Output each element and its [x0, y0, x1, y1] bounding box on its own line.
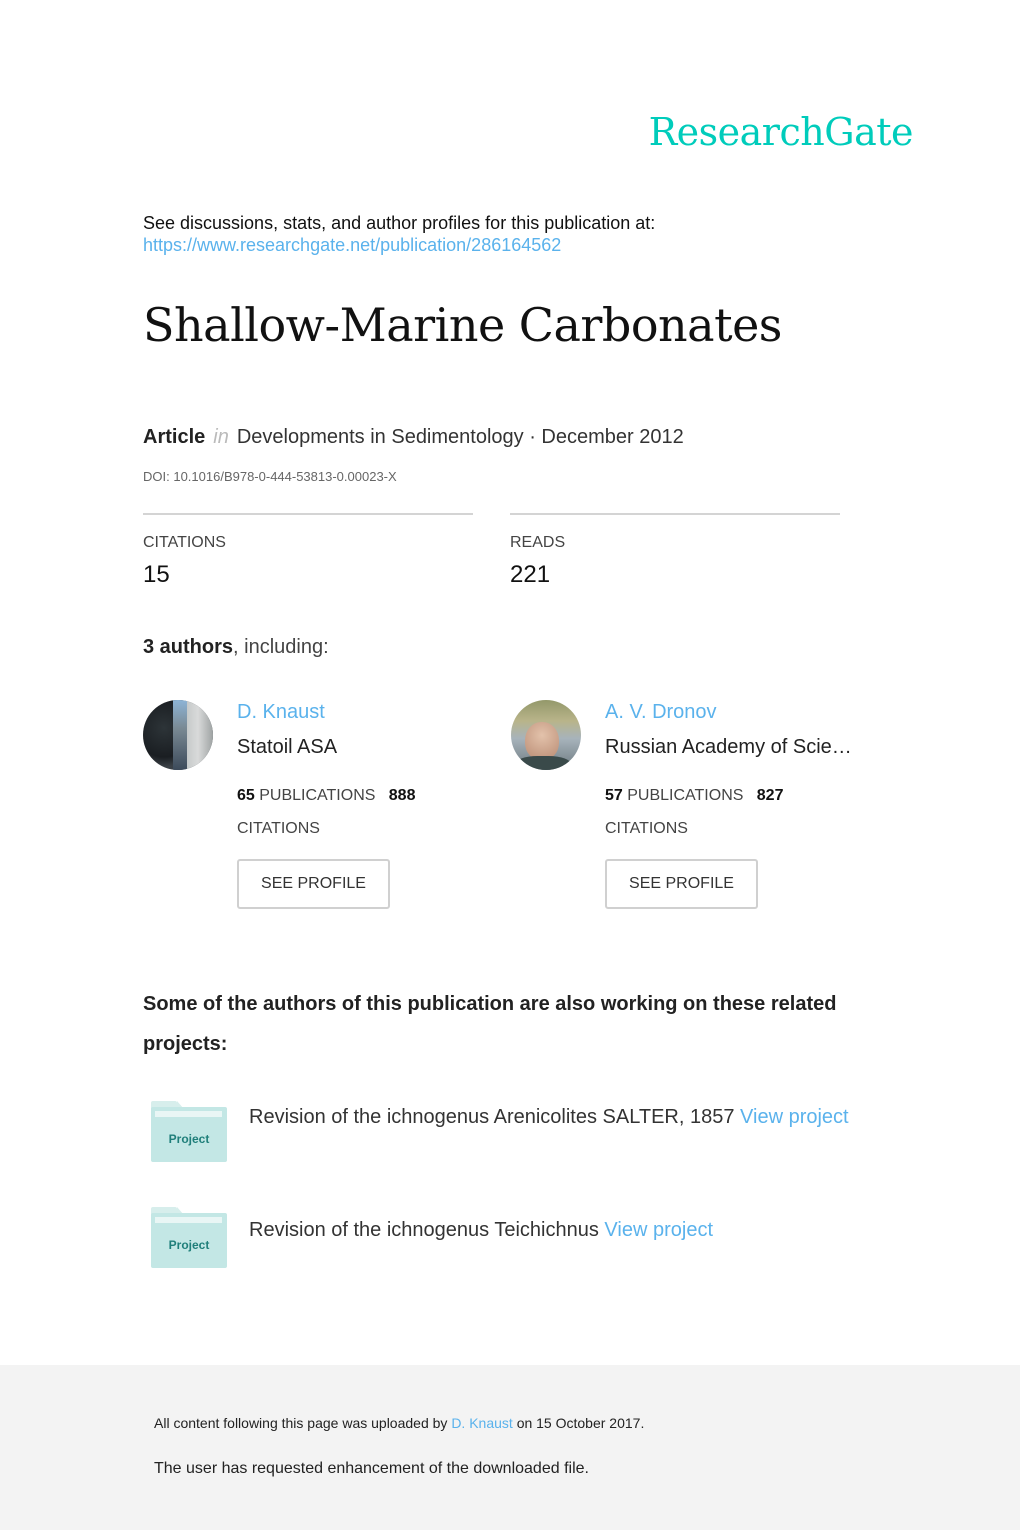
project-icon-label: Project [168, 1132, 210, 1146]
in-word: in [213, 426, 229, 448]
authors-suffix: , including: [233, 636, 329, 658]
view-project-link[interactable]: View project [740, 1106, 849, 1128]
reads-label: READS [510, 534, 566, 551]
researchgate-logo[interactable]: ResearchGate [649, 110, 914, 154]
author-citations-label: CITATIONS [605, 820, 688, 837]
author-name-link[interactable]: A. V. Dronov [605, 701, 855, 724]
uploader-link[interactable]: D. Knaust [451, 1415, 512, 1431]
project-folder-icon[interactable]: Project [151, 1101, 227, 1162]
enhancement-request-note: The user has requested enhancement of th… [154, 1460, 589, 1477]
project-text: Revision of the ichnogenus Teichichnus V… [249, 1210, 849, 1250]
doi: DOI: 10.1016/B978-0-444-53813-0.00023-X [143, 469, 397, 484]
author-institution: Statoil ASA [237, 736, 338, 758]
publications-count: 65 [237, 787, 255, 804]
publications-count: 57 [605, 787, 623, 804]
authors-heading: 3 authors, including: [143, 636, 329, 659]
author-info: A. V. Dronov Russian Academy of Scie… 57… [605, 700, 855, 909]
author-name-link[interactable]: D. Knaust [237, 701, 487, 724]
author-citations-count: 827 [756, 787, 784, 804]
author-institution: Russian Academy of Scie… [605, 736, 852, 758]
author-citations-label: CITATIONS [237, 820, 320, 837]
project-title: Revision of the ichnogenus Teichichnus [249, 1219, 599, 1241]
avatar[interactable] [143, 700, 213, 770]
author-counts: 57 PUBLICATIONS 827 CITATIONS [605, 779, 815, 845]
upload-prefix: All content following this page was uplo… [154, 1415, 448, 1431]
author-counts: 65 PUBLICATIONS 888 CITATIONS [237, 779, 447, 845]
author-info: D. Knaust Statoil ASA 65 PUBLICATIONS 88… [237, 700, 487, 909]
footer-band: All content following this page was uplo… [0, 1365, 1020, 1530]
project-folder-icon[interactable]: Project [151, 1207, 227, 1268]
venue-date[interactable]: Developments in Sedimentology · December… [237, 426, 684, 448]
citations-label: CITATIONS [143, 534, 226, 551]
author-citations-count: 888 [388, 787, 416, 804]
see-profile-button[interactable]: SEE PROFILE [237, 859, 390, 909]
intro-text: See discussions, stats, and author profi… [143, 213, 656, 233]
view-project-link[interactable]: View project [604, 1219, 713, 1241]
publication-type: Article [143, 426, 206, 448]
reads-value: 221 [510, 561, 551, 588]
avatar[interactable] [511, 700, 581, 770]
intro-block: See discussions, stats, and author profi… [143, 212, 655, 256]
publications-label: PUBLICATIONS [259, 787, 376, 804]
related-projects-heading: Some of the authors of this publication … [143, 993, 837, 1055]
project-icon-label: Project [168, 1238, 210, 1252]
publication-meta: Article in Developments in Sedimentology ·… [143, 426, 684, 449]
project-text: Revision of the ichnogenus Arenicolites … [249, 1097, 849, 1137]
reads-stat: READS 221 [510, 513, 840, 589]
cover-page: ResearchGate See discussions, stats, and… [0, 0, 1020, 1530]
publication-title: Shallow-Marine Carbonates [143, 298, 782, 352]
publication-url-link[interactable]: https://www.researchgate.net/publication… [143, 234, 655, 256]
citations-value: 15 [143, 561, 170, 588]
see-profile-button[interactable]: SEE PROFILE [605, 859, 758, 909]
upload-notice: All content following this page was uplo… [154, 1415, 644, 1431]
upload-suffix: on 15 October 2017. [516, 1415, 645, 1431]
project-title: Revision of the ichnogenus Arenicolites … [249, 1106, 735, 1128]
authors-count: 3 authors [143, 636, 234, 658]
publications-label: PUBLICATIONS [627, 787, 744, 804]
citations-stat: CITATIONS 15 [143, 513, 473, 589]
